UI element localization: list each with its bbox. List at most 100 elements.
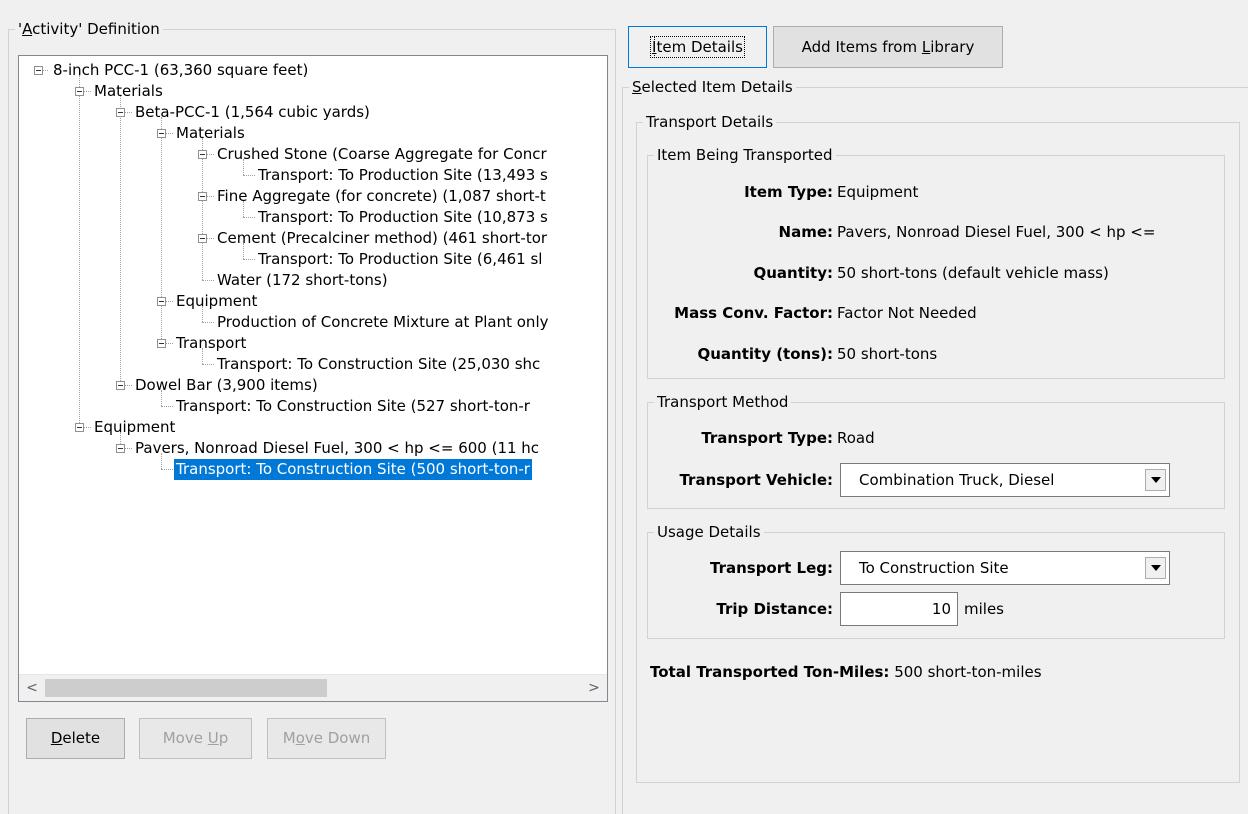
collapse-toggle-icon[interactable] — [198, 150, 207, 159]
selected-item-details-title: Selected Item Details — [632, 78, 793, 96]
mass-conv-factor-value: Factor Not Needed — [837, 304, 977, 322]
tree-item[interactable]: 8-inch PCC-1 (63,360 square feet) — [19, 60, 607, 81]
collapse-toggle-icon[interactable] — [116, 381, 125, 390]
tree-item[interactable]: Equipment — [19, 417, 607, 438]
item-type-label: Item Type: — [744, 183, 833, 201]
collapse-toggle-icon[interactable] — [198, 192, 207, 201]
tree-item[interactable]: Dowel Bar (3,900 items) — [19, 375, 607, 396]
tree-item[interactable]: Transport: To Construction Site (25,030 … — [19, 354, 607, 375]
tree-item-label[interactable]: Fine Aggregate (for concrete) (1,087 sho… — [215, 186, 548, 207]
tree-connector — [202, 322, 214, 323]
tree-item[interactable]: Water (172 short-tons) — [19, 270, 607, 291]
transport-leg-label: Transport Leg: — [709, 559, 833, 577]
tree-item-label[interactable]: Water (172 short-tons) — [215, 270, 390, 291]
tree-connector — [243, 217, 255, 218]
collapse-toggle-icon[interactable] — [157, 339, 166, 348]
transport-vehicle-selected-value: Combination Truck, Diesel — [859, 471, 1055, 489]
tree-item-label[interactable]: Dowel Bar (3,900 items) — [133, 375, 320, 396]
tree-item-label[interactable]: Transport: To Production Site (10,873 s — [256, 207, 550, 228]
trip-distance-label: Trip Distance: — [716, 600, 833, 618]
tree-item[interactable]: Production of Concrete Mixture at Plant … — [19, 312, 607, 333]
tree-item[interactable]: Transport: To Construction Site (527 sho… — [19, 396, 607, 417]
tree-connector — [202, 364, 214, 365]
tree-item[interactable]: Transport: To Construction Site (500 sho… — [19, 459, 607, 480]
quantity-label: Quantity: — [753, 264, 834, 282]
scroll-right-arrow-icon[interactable]: > — [581, 675, 607, 701]
transport-type-label: Transport Type: — [701, 429, 833, 447]
tree-item[interactable]: Materials — [19, 123, 607, 144]
tree-item[interactable]: Cement (Precalciner method) (461 short-t… — [19, 228, 607, 249]
item-name-label: Name: — [778, 223, 833, 241]
tree-item-label[interactable]: Cement (Precalciner method) (461 short-t… — [215, 228, 549, 249]
tree-item[interactable]: Transport: To Production Site (6,461 sl — [19, 249, 607, 270]
tree-item[interactable]: Transport: To Production Site (13,493 s — [19, 165, 607, 186]
item-being-transported-title: Item Being Transported — [657, 146, 833, 164]
quantity-tons-label: Quantity (tons): — [697, 345, 833, 363]
tree-item-label[interactable]: Materials — [92, 81, 165, 102]
chevron-down-icon[interactable] — [1145, 557, 1166, 579]
item-type-value: Equipment — [837, 183, 919, 201]
tree-item-label[interactable]: Pavers, Nonroad Diesel Fuel, 300 < hp <=… — [133, 438, 541, 459]
collapse-toggle-icon[interactable] — [116, 444, 125, 453]
tree-item-label[interactable]: 8-inch PCC-1 (63,360 square feet) — [51, 60, 310, 81]
tree-item-label[interactable]: Beta-PCC-1 (1,564 cubic yards) — [133, 102, 372, 123]
collapse-toggle-icon[interactable] — [34, 66, 43, 75]
collapse-toggle-icon[interactable] — [116, 108, 125, 117]
collapse-toggle-icon[interactable] — [157, 129, 166, 138]
scroll-left-arrow-icon[interactable]: < — [19, 675, 45, 701]
tab-add-items-from-library[interactable]: Add Items from Library — [773, 26, 1003, 68]
quantity-value: 50 short-tons (default vehicle mass) — [837, 264, 1109, 282]
collapse-toggle-icon[interactable] — [75, 423, 84, 432]
delete-button[interactable]: Delete — [26, 718, 125, 759]
scrollbar-thumb[interactable] — [45, 679, 327, 697]
tree-item-label[interactable]: Materials — [174, 123, 247, 144]
tree-connector — [243, 259, 255, 260]
tree-item[interactable]: Transport: To Production Site (10,873 s — [19, 207, 607, 228]
move-down-button[interactable]: Move Down — [267, 718, 386, 759]
total-ton-miles-value: 500 short-ton-miles — [894, 663, 1042, 681]
tree-item-label[interactable]: Crushed Stone (Coarse Aggregate for Conc… — [215, 144, 549, 165]
tree-item-label[interactable]: Transport — [174, 333, 248, 354]
tree-item[interactable]: Crushed Stone (Coarse Aggregate for Conc… — [19, 144, 607, 165]
transport-vehicle-label: Transport Vehicle: — [679, 471, 833, 489]
tree-item[interactable]: Materials — [19, 81, 607, 102]
total-ton-miles-label: Total Transported Ton-Miles: — [650, 663, 890, 681]
tree-item-label[interactable]: Transport: To Production Site (6,461 sl — [256, 249, 544, 270]
collapse-toggle-icon[interactable] — [157, 297, 166, 306]
horizontal-scrollbar[interactable]: < > — [19, 674, 607, 701]
transport-leg-select[interactable]: To Construction Site — [840, 551, 1170, 585]
tree-item[interactable]: Pavers, Nonroad Diesel Fuel, 300 < hp <=… — [19, 438, 607, 459]
collapse-toggle-icon[interactable] — [198, 234, 207, 243]
tree-item-label[interactable]: Transport: To Construction Site (500 sho… — [174, 459, 532, 480]
tree-connector — [243, 175, 255, 176]
tree-connector — [161, 406, 173, 407]
trip-distance-input[interactable]: 10 — [840, 592, 958, 626]
transport-method-title: Transport Method — [657, 393, 789, 411]
activity-definition-title: 'Activity' Definition — [18, 20, 160, 38]
item-name-value: Pavers, Nonroad Diesel Fuel, 300 < hp <= — [837, 223, 1156, 241]
tree-item-label[interactable]: Transport: To Production Site (13,493 s — [256, 165, 550, 186]
tree-item-label[interactable]: Transport: To Construction Site (527 sho… — [174, 396, 532, 417]
tree-item[interactable]: Fine Aggregate (for concrete) (1,087 sho… — [19, 186, 607, 207]
tab-item-details[interactable]: Item Details — [628, 26, 767, 68]
tree-connector — [161, 469, 173, 470]
transport-leg-selected-value: To Construction Site — [859, 559, 1009, 577]
move-up-button[interactable]: Move Up — [139, 718, 252, 759]
usage-details-title: Usage Details — [657, 523, 761, 541]
trip-distance-unit: miles — [964, 600, 1004, 618]
activity-tree[interactable]: 8-inch PCC-1 (63,360 square feet) Materia… — [18, 55, 608, 702]
transport-type-value: Road — [837, 429, 875, 447]
transport-vehicle-select[interactable]: Combination Truck, Diesel — [840, 463, 1170, 497]
transport-details-title: Transport Details — [646, 113, 774, 131]
tree-item[interactable]: Beta-PCC-1 (1,564 cubic yards) — [19, 102, 607, 123]
chevron-down-icon[interactable] — [1145, 469, 1166, 491]
tree-connector — [202, 280, 214, 281]
tree-item-label[interactable]: Equipment — [174, 291, 259, 312]
tree-item[interactable]: Transport — [19, 333, 607, 354]
quantity-tons-value: 50 short-tons — [837, 345, 938, 363]
tree-item[interactable]: Equipment — [19, 291, 607, 312]
tree-item-label[interactable]: Production of Concrete Mixture at Plant … — [215, 312, 551, 333]
tree-item-label[interactable]: Equipment — [92, 417, 177, 438]
collapse-toggle-icon[interactable] — [75, 87, 84, 96]
tree-item-label[interactable]: Transport: To Construction Site (25,030 … — [215, 354, 542, 375]
